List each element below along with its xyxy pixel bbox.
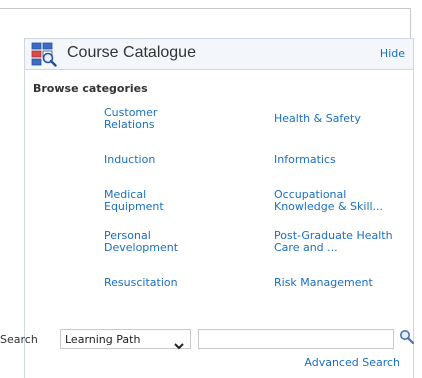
category-link[interactable]: Medical Equipment <box>104 189 194 213</box>
category-link[interactable]: Health & Safety <box>274 113 394 125</box>
magnifier-icon[interactable] <box>399 329 415 345</box>
catalog-grid-search-icon <box>31 42 57 68</box>
category-link[interactable]: Informatics <box>274 154 394 166</box>
category-link[interactable]: Resuscitation <box>104 277 224 289</box>
category-link[interactable]: Risk Management <box>274 277 394 289</box>
search-type-value: Learning Path <box>65 333 141 346</box>
course-catalogue-page: Course Catalogue Hide Browse categories … <box>0 0 422 378</box>
chevron-down-icon <box>174 335 184 350</box>
search-input[interactable] <box>198 329 394 349</box>
category-link[interactable]: Induction <box>104 154 224 166</box>
category-link[interactable]: Customer Relations <box>104 107 194 131</box>
advanced-search-link[interactable]: Advanced Search <box>304 356 400 369</box>
category-link[interactable]: Occupational Knowledge & Skill... <box>274 189 404 213</box>
browse-categories-label: Browse categories <box>33 82 148 95</box>
panel-title: Course Catalogue <box>67 44 196 61</box>
search-label: Search <box>0 333 38 346</box>
category-link[interactable]: Personal Development <box>104 230 194 254</box>
course-catalogue-panel: Course Catalogue Hide Browse categories … <box>24 38 414 378</box>
category-link[interactable]: Post-Graduate Health Care and ... <box>274 230 394 254</box>
search-type-select[interactable]: Learning Path <box>60 329 191 350</box>
panel-header: Course Catalogue Hide <box>25 38 413 70</box>
hide-link[interactable]: Hide <box>380 47 405 60</box>
